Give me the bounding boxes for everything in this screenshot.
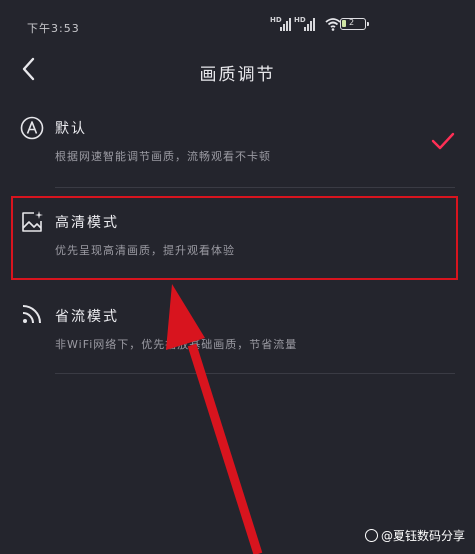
option-title: 高清模式: [55, 215, 119, 231]
option-hd-mode[interactable]: 高清模式 优先呈现高清画质，提升观看体验: [0, 196, 475, 280]
cell-signal-icon: HD: [270, 16, 292, 32]
page-title: 画质调节: [199, 65, 276, 85]
battery-level: 2: [349, 18, 355, 27]
watermark-text: @夏钰数码分享: [380, 529, 465, 543]
divider: [55, 187, 455, 188]
signal-waves-icon: [22, 305, 41, 324]
battery-icon: 2: [340, 18, 369, 30]
status-bar: 下午3:53 HD HD 2: [0, 0, 475, 40]
option-title: 省流模式: [55, 309, 119, 325]
cell-signal-2-icon: HD: [294, 16, 316, 32]
watermark: @夏钰数码分享: [364, 527, 465, 544]
image-sparkle-icon: [22, 211, 43, 232]
status-time: 下午3:53: [27, 22, 80, 35]
header: 画质调节: [0, 48, 475, 92]
battery-fill: [342, 20, 346, 27]
checkmark-icon: [431, 132, 455, 150]
divider: [55, 373, 455, 374]
option-default[interactable]: 默认 根据网速智能调节画质，流畅观看不卡顿: [0, 104, 475, 188]
auto-a-icon: [20, 116, 44, 140]
wifi-icon: [325, 18, 341, 31]
option-description: 非WiFi网络下，优先播放基础画质，节省流量: [55, 338, 298, 351]
option-title: 默认: [55, 121, 87, 137]
option-data-saver[interactable]: 省流模式 非WiFi网络下，优先播放基础画质，节省流量: [0, 290, 475, 374]
option-description: 根据网速智能调节画质，流畅观看不卡顿: [55, 150, 271, 163]
option-description: 优先呈现高清画质，提升观看体验: [55, 244, 235, 257]
watermark-logo-icon: [364, 529, 378, 542]
battery-tip: [367, 22, 369, 26]
